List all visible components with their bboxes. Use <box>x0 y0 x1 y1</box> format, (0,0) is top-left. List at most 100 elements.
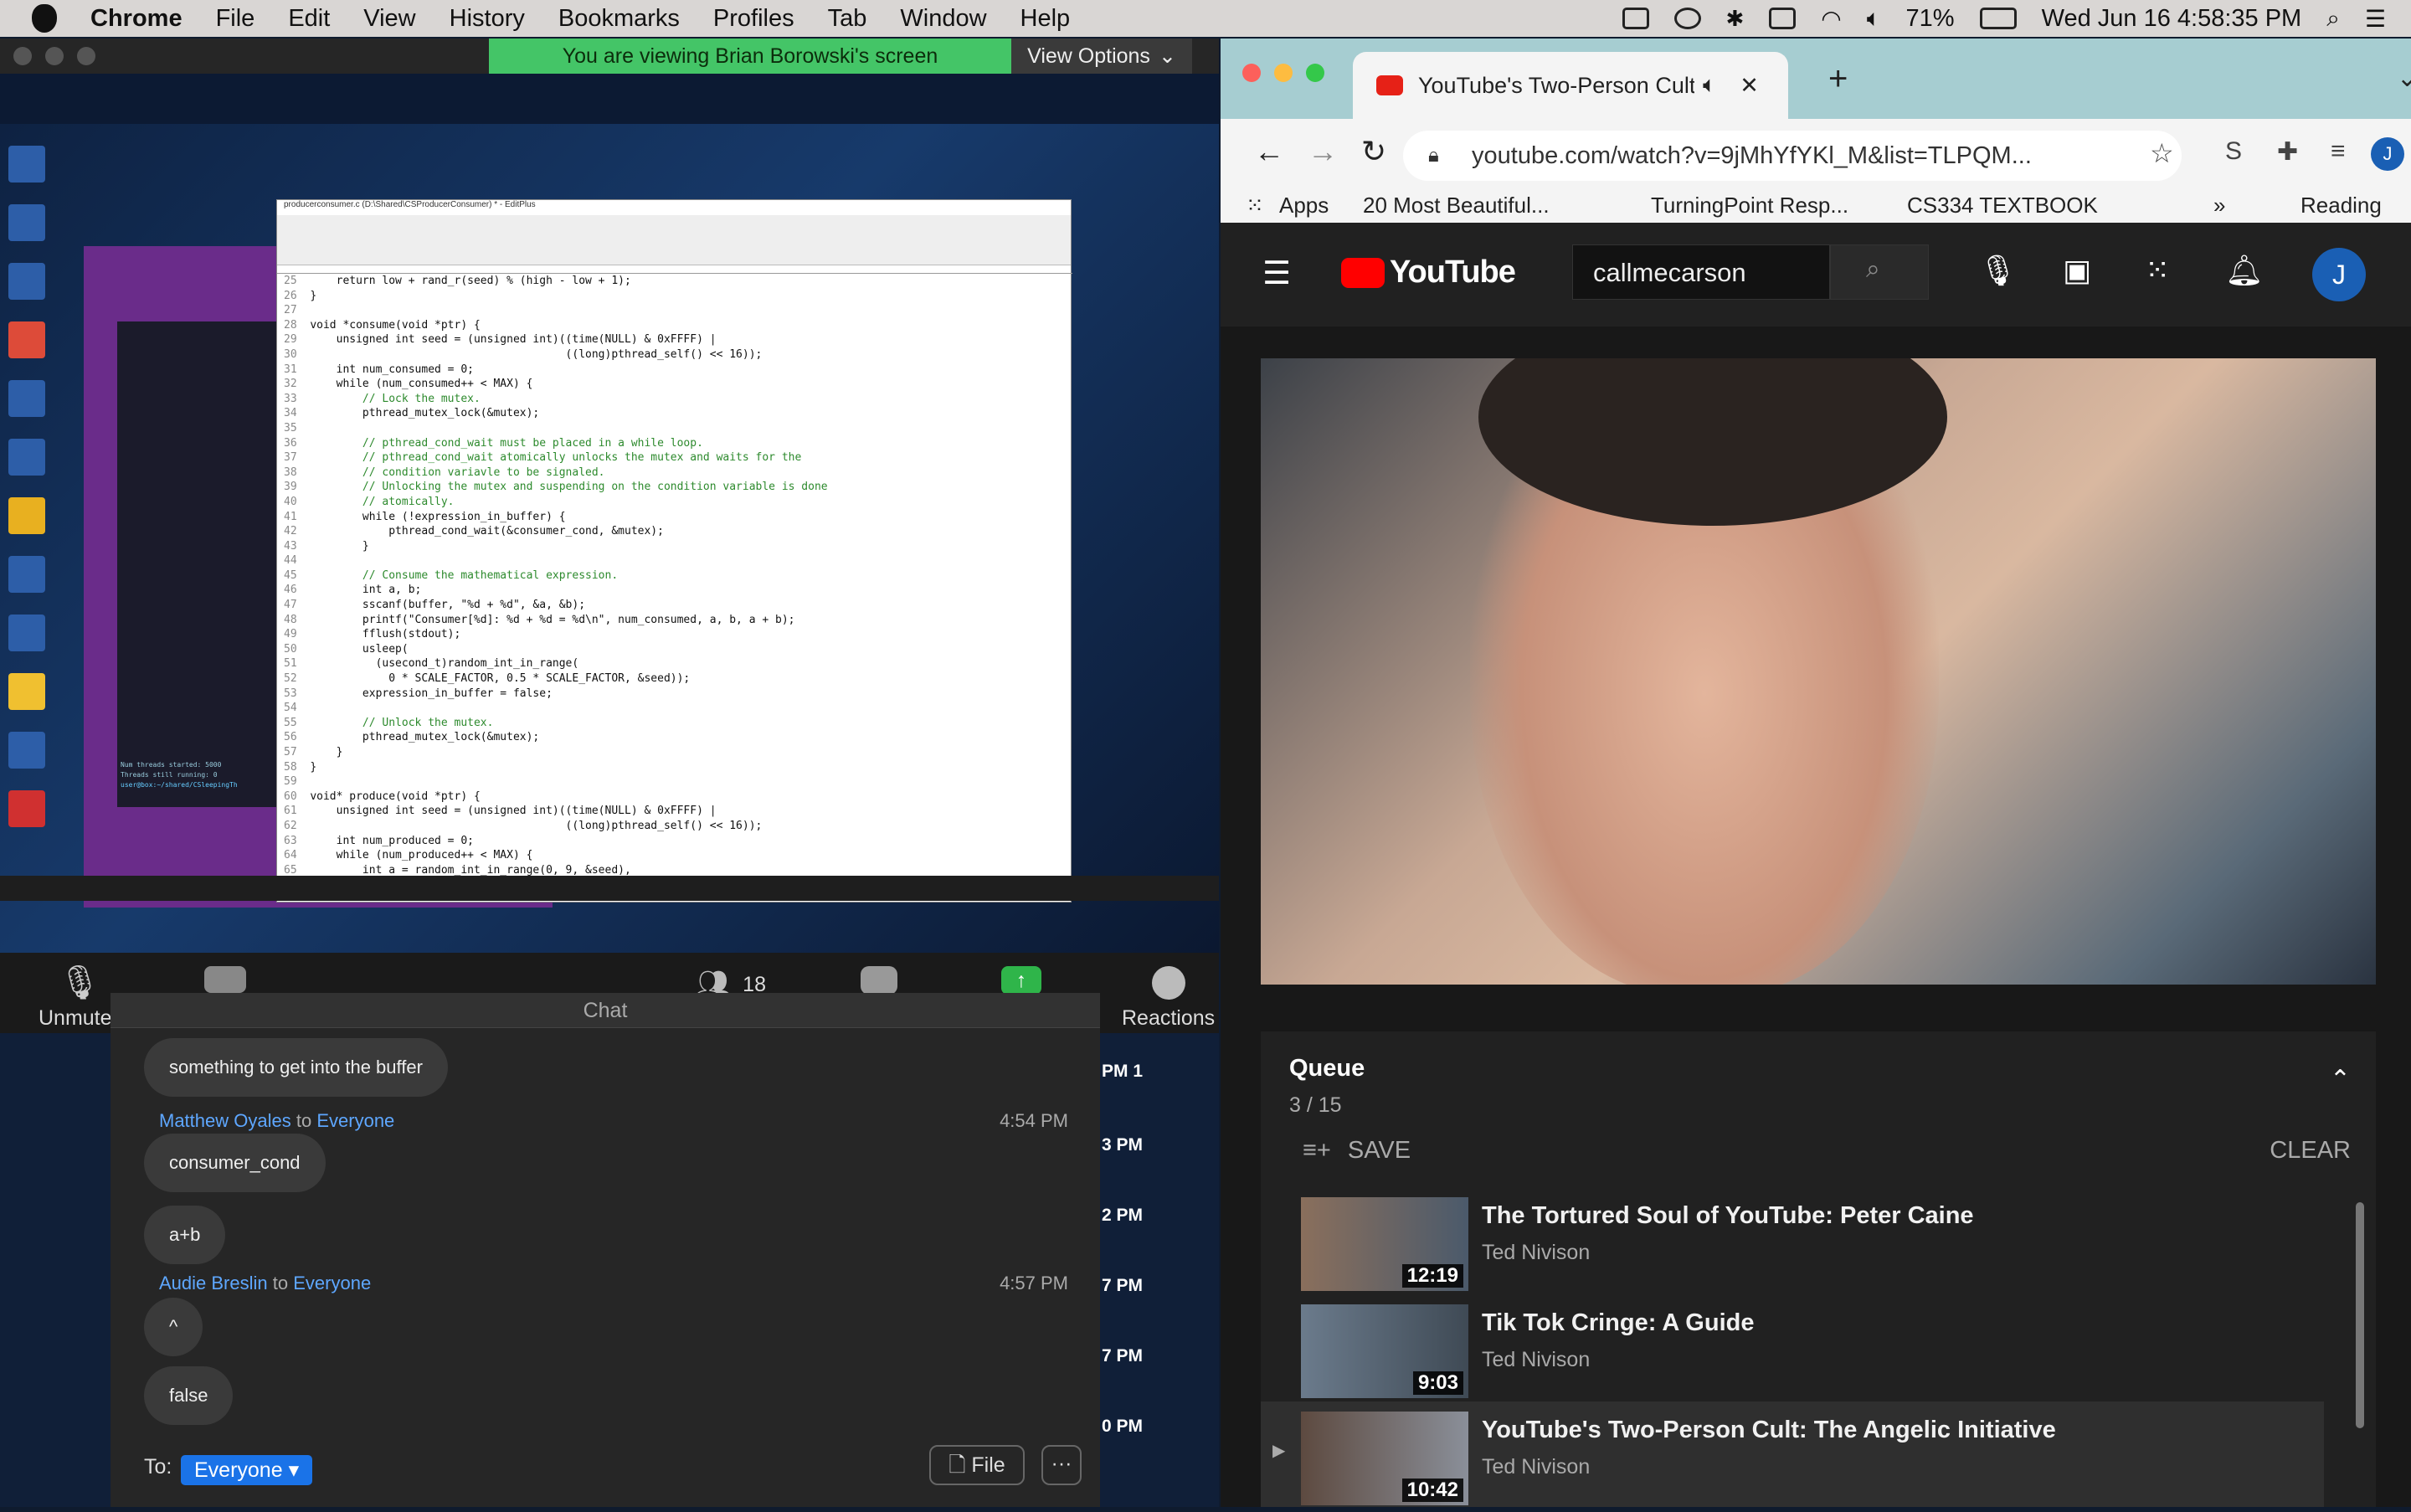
back-icon[interactable]: ← <box>1254 134 1284 169</box>
microphone-muted-icon: 🎙︎ <box>58 964 101 1001</box>
line-number: 34 <box>284 407 311 420</box>
voice-search-icon[interactable]: 🎙︎ <box>1979 253 2018 288</box>
queue-item[interactable]: 12:19 The Tortured Soul of YouTube: Pete… <box>1301 1197 2356 1298</box>
view-options-button[interactable]: View Options ⌄ <box>1011 39 1192 74</box>
apps-icon[interactable]: ⁙ <box>1246 193 1264 219</box>
bookmark-cs334-textbook[interactable]: CS334 TEXTBOOK <box>1907 193 2098 219</box>
control-panel-icon <box>8 204 45 241</box>
queue-scrollbar[interactable] <box>2356 1202 2364 1428</box>
file-label: File <box>971 1453 1005 1477</box>
video-title: The Tortured Soul of YouTube: Peter Cain… <box>1482 1202 1974 1229</box>
apple-icon[interactable] <box>32 4 57 33</box>
code-line: 36 // pthread_cond_wait must be placed i… <box>284 436 1072 451</box>
code-text: // Lock the mutex. <box>310 392 481 405</box>
youtube-search-button[interactable]: ⌕ <box>1830 244 1929 300</box>
collapse-chevron-icon[interactable]: ⌃ <box>2330 1065 2351 1094</box>
bookmark-star-icon[interactable]: ☆ <box>2150 137 2174 169</box>
spotlight-icon[interactable]: ⌕ <box>2326 5 2340 33</box>
youtube-avatar[interactable]: J <box>2312 248 2366 301</box>
code-line: 52 0 * SCALE_FACTOR, 0.5 * SCALE_FACTOR,… <box>284 671 1072 687</box>
tab-search-icon[interactable]: ⌄ <box>2397 64 2411 93</box>
code-text: // atomically. <box>310 495 455 508</box>
bookmark-turningpoint[interactable]: TurningPoint Resp... <box>1651 193 1848 219</box>
zoom-status-icon[interactable] <box>1622 8 1649 29</box>
hamburger-menu-icon[interactable]: ☰ <box>1262 255 1291 292</box>
menu-profiles[interactable]: Profiles <box>713 5 794 33</box>
address-bar[interactable]: 🔒︎ youtube.com/watch?v=9jMhYfYKl_M&list=… <box>1403 131 2182 181</box>
profile-avatar[interactable]: J <box>2371 137 2404 171</box>
menu-edit[interactable]: Edit <box>288 5 330 33</box>
code-text: } <box>310 289 317 302</box>
line-number: 49 <box>284 628 311 641</box>
menu-window[interactable]: Window <box>900 5 986 33</box>
chat-file-button[interactable]: 🗋︎ File <box>929 1445 1025 1485</box>
control-center-icon[interactable]: ☰ <box>2365 5 2386 33</box>
code-line: 25 return low + rand_r(seed) % (high - l… <box>284 274 1072 289</box>
create-video-icon[interactable]: ▣ <box>2063 253 2091 288</box>
zoom-minimize-button[interactable] <box>45 47 64 65</box>
clear-queue-button[interactable]: CLEAR <box>2270 1137 2351 1165</box>
zoom-close-button[interactable] <box>13 47 32 65</box>
this-pc-icon <box>8 146 45 183</box>
chat-sender-line: Audie Breslin to Everyone <box>159 1273 371 1294</box>
media-queue-icon[interactable]: ≡ <box>2331 137 2346 166</box>
wifi-icon[interactable]: ◠ <box>1821 5 1841 33</box>
battery-icon[interactable] <box>1979 8 2017 29</box>
queue-item-now-playing[interactable]: 10:42 YouTube's Two-Person Cult: The Ang… <box>1301 1412 2356 1512</box>
bluetooth-icon[interactable]: ✱ <box>1726 6 1745 32</box>
menu-bookmarks[interactable]: Bookmarks <box>558 5 680 33</box>
reload-icon[interactable]: ↻ <box>1361 134 1386 169</box>
apps-grid-icon[interactable]: ⁙ <box>2145 253 2170 288</box>
chat-sender[interactable]: Matthew Oyales <box>159 1110 291 1131</box>
menubar-clock[interactable]: Wed Jun 16 4:58:35 PM <box>2042 5 2302 33</box>
unmute-button[interactable]: 🎙︎ Unmute <box>39 966 112 1031</box>
tab-audio-icon[interactable]: 🔈︎ <box>1703 72 1716 99</box>
notifications-bell-icon[interactable]: 🔔︎ <box>2225 253 2264 288</box>
bookmark-apps[interactable]: Apps <box>1279 193 1329 219</box>
chat-more-button[interactable]: ··· <box>1041 1445 1082 1485</box>
chrome-zoom-button[interactable] <box>1306 64 1324 82</box>
chat-recipient-select[interactable]: Everyone ▾ <box>181 1455 313 1485</box>
aimp-icon <box>8 673 45 710</box>
youtube-logo[interactable]: YouTube <box>1341 255 1516 291</box>
line-number: 45 <box>284 568 311 582</box>
chat-sender[interactable]: Audie Breslin <box>159 1273 268 1293</box>
menu-history[interactable]: History <box>450 5 525 33</box>
code-text: ((long)pthread_self() << 16)); <box>310 819 763 832</box>
battery-meter-icon[interactable] <box>1769 8 1797 29</box>
forward-icon[interactable]: → <box>1308 134 1338 169</box>
code-text: int a, b; <box>310 584 422 597</box>
time-machine-icon[interactable] <box>1673 8 1701 29</box>
youtube-search-input[interactable]: callmecarson <box>1572 244 1830 300</box>
chrome-close-button[interactable] <box>1242 64 1261 82</box>
menu-app-name[interactable]: Chrome <box>90 5 182 33</box>
active-tab[interactable]: YouTube's Two-Person Cult 🔈︎ ✕ <box>1353 52 1788 119</box>
code-line: 33 // Lock the mutex. <box>284 392 1072 407</box>
menu-view[interactable]: View <box>363 5 415 33</box>
code-text: // pthread_cond_wait must be placed in a… <box>310 436 703 450</box>
volume-icon[interactable]: 🔈︎ <box>1867 5 1881 33</box>
menu-help[interactable]: Help <box>1020 5 1071 33</box>
video-player[interactable] <box>1261 358 2376 985</box>
queue-item[interactable]: 9:03 Tik Tok Cringe: A Guide Ted Nivison <box>1301 1304 2356 1405</box>
code-text: printf("Consumer[%d]: %d + %d = %d\n", n… <box>310 613 795 626</box>
code-line: 26 } <box>284 289 1072 304</box>
bookmark-20-most-beautiful[interactable]: 20 Most Beautiful... <box>1363 193 1550 219</box>
chrome-minimize-button[interactable] <box>1274 64 1293 82</box>
participant-tile-time: 7 PM <box>1102 1276 1144 1295</box>
zoom-zoom-button[interactable] <box>77 47 95 65</box>
extension-icon[interactable]: S <box>2225 137 2242 166</box>
code-text: expression_in_buffer = false; <box>310 687 553 700</box>
battery-percent[interactable]: 71% <box>1906 5 1955 33</box>
bookmarks-overflow-icon[interactable]: » <box>2213 193 2225 219</box>
code-text: // pthread_cond_wait atomically unlocks … <box>310 451 802 465</box>
code-view[interactable]: 25 return low + rand_r(seed) % (high - l… <box>277 274 1072 877</box>
menu-tab[interactable]: Tab <box>828 5 867 33</box>
new-tab-icon[interactable]: + <box>1828 60 1848 98</box>
tab-close-icon[interactable]: ✕ <box>1740 73 1759 99</box>
reactions-button[interactable]: Reactions <box>1122 966 1215 1031</box>
menu-file[interactable]: File <box>216 5 255 33</box>
save-queue-button[interactable]: ≡+ SAVE <box>1303 1137 1411 1165</box>
code-text: fflush(stdout); <box>310 628 461 641</box>
extensions-puzzle-icon[interactable]: ✚ <box>2277 137 2298 167</box>
